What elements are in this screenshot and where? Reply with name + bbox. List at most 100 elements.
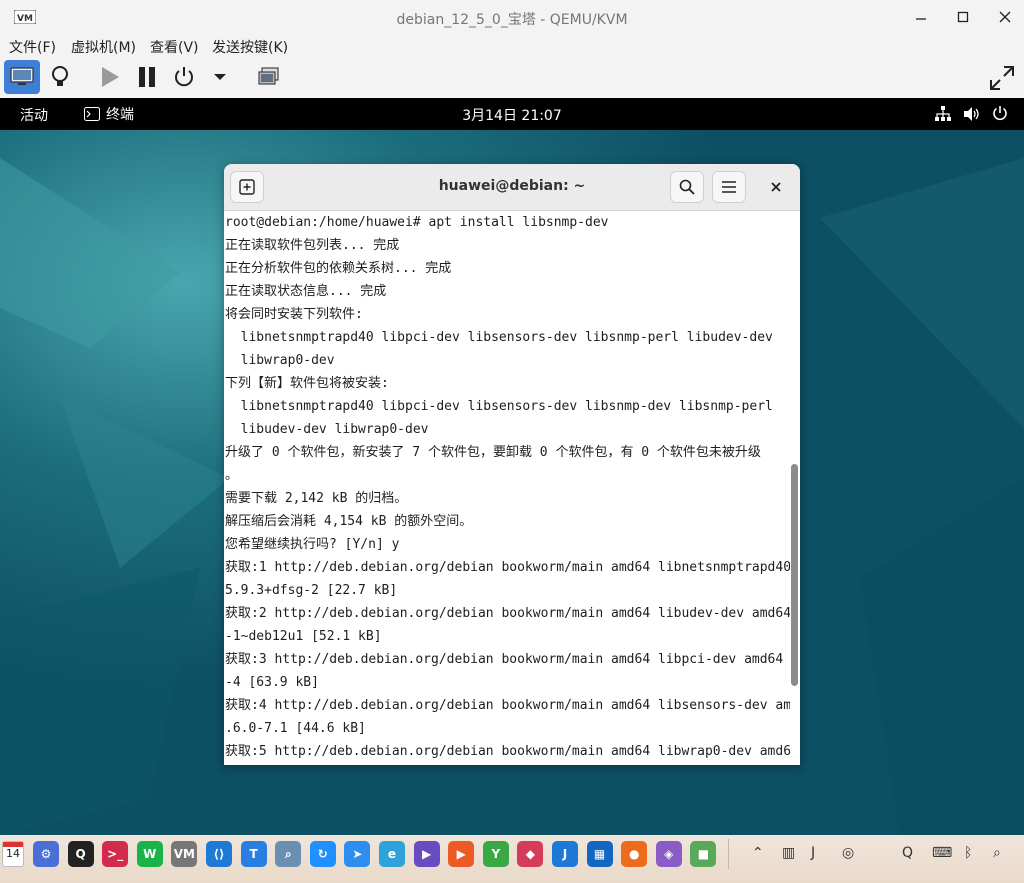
pause-icon bbox=[139, 67, 155, 87]
search-icon bbox=[679, 179, 695, 195]
shutdown-menu-button[interactable] bbox=[208, 62, 232, 92]
app-blue-icon[interactable]: T bbox=[240, 841, 267, 867]
window-title: debian_12_5_0_宝塔 - QEMU/KVM bbox=[396, 12, 628, 28]
j-tray-icon[interactable]: J bbox=[811, 845, 815, 861]
green-app-icon[interactable]: ■ bbox=[690, 841, 717, 867]
settings-icon[interactable]: ⚙ bbox=[33, 841, 59, 867]
close-icon bbox=[999, 11, 1011, 23]
host-titlebar: VM debian_12_5_0_宝塔 - QEMU/KVM bbox=[0, 0, 1024, 34]
gnome-top-bar: 活动 终端 3月14日 21:07 bbox=[0, 98, 1024, 130]
menu-bar: 文件(F) 虚拟机(M) 查看(V) 发送按键(K) bbox=[0, 34, 1024, 58]
terminal-line: -1~deb12u1 [52.1 kB] bbox=[225, 629, 382, 644]
terminal-header-bar: huawei@debian: ~ bbox=[224, 164, 800, 211]
hamburger-menu-icon bbox=[722, 181, 736, 193]
terminal-line: libnetsnmptrapd40 libpci-dev libsensors-… bbox=[225, 330, 773, 345]
power-icon bbox=[175, 67, 193, 87]
j-app-icon[interactable]: J bbox=[552, 841, 578, 867]
snapshot-button[interactable] bbox=[255, 62, 283, 92]
keyboard-icon[interactable]: ⌨ bbox=[932, 845, 952, 861]
firefox-icon[interactable]: ● bbox=[621, 841, 648, 867]
minimize-button[interactable] bbox=[904, 4, 938, 30]
toolbar bbox=[0, 58, 1024, 98]
terminal-close-button[interactable] bbox=[760, 171, 792, 203]
network-tool-icon[interactable]: ◆ bbox=[517, 841, 544, 867]
shutdown-button[interactable] bbox=[170, 62, 198, 92]
terminal-line: 下列【新】软件包将被安装: bbox=[225, 376, 389, 391]
player-icon[interactable]: ▶ bbox=[448, 841, 475, 867]
calendar-day: 14 bbox=[6, 847, 20, 860]
minimize-icon bbox=[916, 18, 926, 20]
terminal-line: 获取:1 http://deb.debian.org/debian bookwo… bbox=[225, 560, 790, 575]
wechat-icon[interactable]: W bbox=[136, 841, 163, 867]
terminal-scrollbar[interactable] bbox=[791, 464, 798, 686]
chevron-up-icon[interactable]: ⌃ bbox=[752, 845, 764, 861]
terminal-line: .6.0-7.1 [44.6 kB] bbox=[225, 721, 366, 736]
maximize-icon bbox=[957, 11, 969, 23]
close-icon bbox=[771, 182, 781, 192]
qq-tray-icon[interactable]: Q bbox=[902, 845, 913, 861]
vscode-icon[interactable]: ⟨⟩ bbox=[206, 841, 232, 867]
fullscreen-button[interactable] bbox=[986, 62, 1018, 94]
guest-display[interactable]: 活动 终端 3月14日 21:07 huawei@debian: ~ root@… bbox=[0, 98, 1024, 835]
terminal-line: libwrap0-dev bbox=[225, 353, 335, 368]
monitor-icon bbox=[10, 67, 34, 85]
terminal-line: root@debian:/home/huawei# apt install li… bbox=[225, 215, 609, 230]
details-button[interactable] bbox=[46, 62, 74, 92]
sync-icon[interactable]: ↻ bbox=[309, 841, 336, 867]
terminal-line: libnetsnmptrapd40 libpci-dev libsensors-… bbox=[225, 399, 773, 414]
terminal-line: -4 [63.9 kB] bbox=[225, 675, 319, 690]
screenshot-icon bbox=[258, 67, 279, 85]
maximize-button[interactable] bbox=[946, 4, 980, 30]
terminal-menu-button[interactable] bbox=[712, 171, 746, 203]
trello-icon[interactable]: ▦ bbox=[586, 841, 613, 867]
edge-icon[interactable]: e bbox=[379, 841, 405, 867]
clock[interactable]: 3月14日 21:07 bbox=[0, 105, 1024, 125]
close-window-button[interactable] bbox=[988, 4, 1022, 30]
terminal-line: libudev-dev libwrap0-dev bbox=[225, 422, 429, 437]
search-tray-icon[interactable]: ⌕ bbox=[993, 845, 1001, 861]
terminal-line: 。 bbox=[225, 468, 239, 483]
menu-vm[interactable]: 虚拟机(M) bbox=[71, 37, 136, 57]
qq-icon[interactable]: Q bbox=[67, 841, 94, 867]
virt-manager-icon[interactable]: VM bbox=[171, 841, 198, 867]
terminal-line: 您希望继续执行吗? [Y/n] y bbox=[225, 537, 400, 552]
menu-view[interactable]: 查看(V) bbox=[150, 37, 199, 57]
menu-file[interactable]: 文件(F) bbox=[9, 37, 56, 57]
terminal-line: 获取:3 http://deb.debian.org/debian bookwo… bbox=[225, 652, 790, 667]
terminal-line: 正在读取软件包列表... 完成 bbox=[225, 238, 400, 253]
terminal-line: 需要下载 2,142 kB 的归档。 bbox=[225, 491, 408, 506]
play-icon bbox=[102, 67, 119, 87]
terminal-line: 升级了 0 个软件包，新安装了 7 个软件包，要卸载 0 个软件包，有 0 个软… bbox=[225, 445, 761, 460]
send-icon[interactable]: ➤ bbox=[344, 841, 371, 867]
terminal-icon[interactable]: >_ bbox=[102, 841, 129, 867]
purple-app-icon[interactable]: ◈ bbox=[655, 841, 682, 867]
fullscreen-icon bbox=[990, 66, 1014, 90]
search-icon[interactable]: ⌕ bbox=[275, 841, 302, 867]
pause-button[interactable] bbox=[133, 62, 161, 92]
terminal-line: 正在分析软件包的依赖关系树... 完成 bbox=[225, 261, 452, 276]
run-button[interactable] bbox=[96, 62, 124, 92]
terminal-line: 正在读取状态信息... 完成 bbox=[225, 284, 387, 299]
host-taskbar: 14 ⚙ Q >_ W VM ⟨⟩ T ⌕ ↻ ➤ e ▶ ▶ Y ◆ J ▦ ● ◈ ■ ⌃ ▥ J ◎ Q ⌨ ᛒ ⌕ bbox=[0, 835, 1024, 883]
system-power-icon[interactable] bbox=[992, 105, 1008, 121]
terminal-line: 获取:4 http://deb.debian.org/debian bookwo… bbox=[225, 698, 790, 713]
terminal-line: 获取:5 http://deb.debian.org/debian bookwo… bbox=[225, 744, 790, 759]
calendar-app[interactable]: 14 bbox=[2, 841, 24, 867]
volume-icon[interactable] bbox=[963, 106, 981, 122]
network-icon[interactable] bbox=[935, 106, 951, 122]
terminal-search-button[interactable] bbox=[670, 171, 704, 203]
terminal-line: 获取:2 http://deb.debian.org/debian bookwo… bbox=[225, 606, 790, 621]
terminal-output[interactable]: root@debian:/home/huawei# apt install li… bbox=[224, 211, 790, 765]
console-view-button[interactable] bbox=[4, 60, 40, 94]
red-tray-icon[interactable]: ◎ bbox=[842, 845, 854, 861]
lightbulb-icon bbox=[52, 66, 68, 86]
menu-send-key[interactable]: 发送按键(K) bbox=[212, 37, 288, 57]
bluetooth-icon[interactable]: ᛒ bbox=[964, 845, 972, 861]
terminal-window: huawei@debian: ~ root@debian:/home/huawe… bbox=[224, 164, 800, 765]
bar-chart-icon[interactable]: ▥ bbox=[782, 845, 795, 861]
yinxiang-icon[interactable]: Y bbox=[482, 841, 509, 867]
terminal-line: 将会同时安装下列软件: bbox=[225, 307, 363, 322]
dropdown-arrow-icon bbox=[214, 74, 226, 80]
media-icon[interactable]: ▶ bbox=[413, 841, 440, 867]
taskbar-divider bbox=[728, 839, 729, 869]
